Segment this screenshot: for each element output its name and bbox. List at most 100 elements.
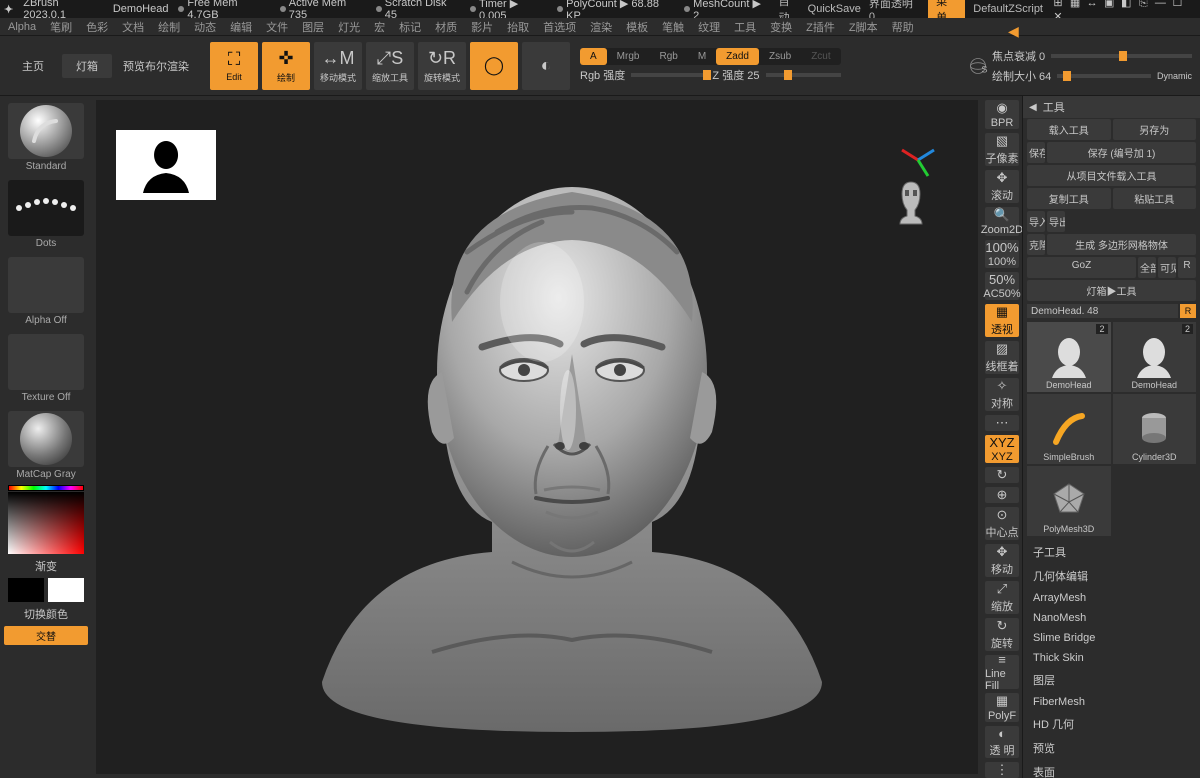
active-tool-name[interactable]: DemoHead. 48 xyxy=(1027,304,1178,318)
menu-动态[interactable]: 动态 xyxy=(194,19,216,35)
texture-selector[interactable]: Texture Off xyxy=(4,331,88,406)
menu-Z脚本[interactable]: Z脚本 xyxy=(849,19,878,35)
cfg2-icon[interactable]: ▦ xyxy=(1068,0,1082,9)
cfg1-icon[interactable]: ⊞ xyxy=(1051,0,1065,9)
tool-btn-从项目文件载入工具[interactable]: 从项目文件载入工具 xyxy=(1027,165,1196,186)
tool-btn-生成 多边形网格物体[interactable]: 生成 多边形网格物体 xyxy=(1047,234,1196,255)
mode-Mrgb[interactable]: Mrgb xyxy=(607,48,650,65)
menu-宏[interactable]: 宏 xyxy=(374,19,385,35)
move-mode-button[interactable]: ↔M移动模式 xyxy=(314,42,362,90)
section-FiberMesh[interactable]: FiberMesh xyxy=(1023,692,1200,712)
dynamic-label[interactable]: Dynamic xyxy=(1157,71,1192,81)
menu-工具[interactable]: 工具 xyxy=(734,19,756,35)
menu-Z插件[interactable]: Z插件 xyxy=(806,19,835,35)
vstrip-对称[interactable]: ✧对称 xyxy=(985,378,1019,411)
mode-Zcut[interactable]: Zcut xyxy=(801,48,840,65)
section-子工具[interactable]: 子工具 xyxy=(1023,540,1200,564)
vstrip-btn11[interactable]: ↻ xyxy=(985,467,1019,483)
vstrip-子像素[interactable]: ▧子像素 xyxy=(985,133,1019,166)
vstrip-AC50%[interactable]: 50%AC50% xyxy=(985,272,1019,300)
color-swatches[interactable] xyxy=(4,578,88,602)
sphere-mode1[interactable]: ◯ xyxy=(470,42,518,90)
section-HD 几何[interactable]: HD 几何 xyxy=(1023,712,1200,736)
vstrip-中心点[interactable]: ⊙中心点 xyxy=(985,507,1019,540)
vstrip-缩放[interactable]: ⤢缩放 xyxy=(985,581,1019,614)
section-ArrayMesh[interactable]: ArrayMesh xyxy=(1023,588,1200,608)
menu-材质[interactable]: 材质 xyxy=(435,19,457,35)
tool-slot-PolyMesh3D[interactable]: PolyMesh3D xyxy=(1027,466,1111,536)
scale-mode-button[interactable]: ⤢S缩放工具 xyxy=(366,42,414,90)
switch-color-label[interactable]: 切换颜色 xyxy=(4,606,88,622)
tool-slot-DemoHead[interactable]: 2DemoHead xyxy=(1113,322,1197,392)
cfg3-icon[interactable]: ↔ xyxy=(1085,0,1099,9)
vstrip-PolyF[interactable]: ▦PolyF xyxy=(985,693,1019,722)
menu-文档[interactable]: 文档 xyxy=(122,19,144,35)
tool-btn-另存为[interactable]: 另存为 xyxy=(1113,119,1197,140)
edit-mode-button[interactable]: ⛶Edit xyxy=(210,42,258,90)
tool-btn-导出[interactable]: 导出 xyxy=(1047,211,1065,232)
section-NanoMesh[interactable]: NanoMesh xyxy=(1023,608,1200,628)
menu-绘制[interactable]: 绘制 xyxy=(158,19,180,35)
tool-slot-Cylinder3D[interactable]: Cylinder3D xyxy=(1113,394,1197,464)
menu-影片[interactable]: 影片 xyxy=(471,19,493,35)
menu-图层[interactable]: 图层 xyxy=(302,19,324,35)
rotate-mode-button[interactable]: ↻R旋转模式 xyxy=(418,42,466,90)
viewport[interactable] xyxy=(96,100,978,774)
menu-抬取[interactable]: 抬取 xyxy=(507,19,529,35)
menu-文件[interactable]: 文件 xyxy=(266,19,288,35)
color-picker[interactable] xyxy=(4,485,88,554)
panel-expand-arrow[interactable]: ◀ xyxy=(1008,23,1196,40)
section-几何体编辑[interactable]: 几何体编辑 xyxy=(1023,564,1200,588)
menu-帮助[interactable]: 帮助 xyxy=(892,19,914,35)
vstrip-Zoom2D[interactable]: 🔍Zoom2D xyxy=(985,207,1019,236)
gradient-label[interactable]: 渐变 xyxy=(4,558,88,574)
tool-btn-克隆[interactable]: 克隆 xyxy=(1027,234,1045,255)
tool-btn-R[interactable]: R xyxy=(1178,257,1196,278)
menu-编辑[interactable]: 编辑 xyxy=(230,19,252,35)
draw-mode-button[interactable]: ✜绘制 xyxy=(262,42,310,90)
quicksave[interactable]: QuickSave xyxy=(808,3,861,15)
tool-btn-灯箱▶工具[interactable]: 灯箱▶工具 xyxy=(1027,280,1196,301)
maximize-icon[interactable]: ☐ xyxy=(1170,0,1184,9)
menu-纹理[interactable]: 纹理 xyxy=(698,19,720,35)
focal-shift-slider[interactable] xyxy=(1051,54,1192,58)
menu-灯光[interactable]: 灯光 xyxy=(338,19,360,35)
tool-btn-粘贴工具[interactable]: 粘贴工具 xyxy=(1113,188,1197,209)
vstrip-线框着[interactable]: ▨线框着 xyxy=(985,341,1019,374)
mode-Rgb[interactable]: Rgb xyxy=(649,48,687,65)
default-zscript[interactable]: DefaultZScript xyxy=(973,3,1043,15)
draw-size-slider[interactable] xyxy=(1057,74,1151,78)
tools-panel-header[interactable]: ◀工具 xyxy=(1023,96,1200,118)
cfg4-icon[interactable]: ▣ xyxy=(1102,0,1116,9)
menu-变换[interactable]: 变换 xyxy=(770,19,792,35)
menu-色彩[interactable]: 色彩 xyxy=(86,19,108,35)
menu-笔触[interactable]: 笔触 xyxy=(662,19,684,35)
cfg5-icon[interactable]: ◧ xyxy=(1119,0,1133,9)
vstrip-透视[interactable]: ▦透视 xyxy=(985,304,1019,337)
brush-selector[interactable]: Standard xyxy=(4,100,88,175)
section-Slime Bridge[interactable]: Slime Bridge xyxy=(1023,628,1200,648)
menu-模板[interactable]: 模板 xyxy=(626,19,648,35)
menu-首选项[interactable]: 首选项 xyxy=(543,19,576,35)
vstrip-透 明[interactable]: ◐透 明 xyxy=(985,726,1019,758)
tool-btn-保存[interactable]: 保存 xyxy=(1027,142,1045,163)
preview-bool-render[interactable]: 预览布尔渲染 xyxy=(116,54,196,78)
menu-渲染[interactable]: 渲染 xyxy=(590,19,612,35)
mode-Zsub[interactable]: Zsub xyxy=(759,48,801,65)
sphere-mode2[interactable]: ◐ xyxy=(522,42,570,90)
section-预览[interactable]: 预览 xyxy=(1023,736,1200,760)
vstrip-旋转[interactable]: ↻旋转 xyxy=(985,618,1019,651)
stroke-selector[interactable]: Dots xyxy=(4,177,88,252)
minimize-icon[interactable]: — xyxy=(1153,0,1167,9)
alpha-selector[interactable]: Alpha Off xyxy=(4,254,88,329)
vstrip-btn9[interactable]: ⋯ xyxy=(985,415,1019,431)
lightbox-button[interactable]: 灯箱 xyxy=(62,54,112,78)
section-表面[interactable]: 表面 xyxy=(1023,760,1200,778)
vstrip-100%[interactable]: 100%100% xyxy=(985,240,1019,268)
tool-btn-GoZ[interactable]: GoZ xyxy=(1027,257,1136,278)
gyro-icon[interactable]: S xyxy=(968,48,988,84)
tool-btn-全部[interactable]: 全部 xyxy=(1138,257,1156,278)
vstrip-滚动[interactable]: ✥滚动 xyxy=(985,170,1019,203)
tool-btn-导入[interactable]: 导入 xyxy=(1027,211,1045,232)
material-selector[interactable]: MatCap Gray xyxy=(4,408,88,483)
